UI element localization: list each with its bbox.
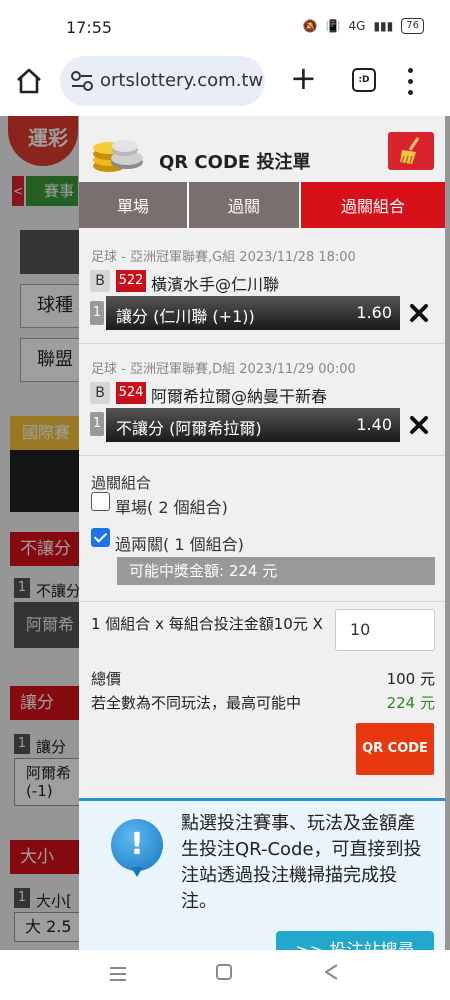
tab-single[interactable]: 單場 [79, 182, 189, 228]
bet-type-tag: B [90, 270, 110, 292]
pick-label: 讓分 (仁川聯 (+1)) [116, 307, 255, 326]
info-text: 點選投注賽事、玩法及金額產生投注QR-Code，可直接到投注站透過投注機掃描完成… [181, 813, 422, 912]
url-text[interactable]: ortslottery.com.tw [100, 70, 263, 91]
possible-win-amount: 可能中獎金額: 224 元 [117, 557, 435, 585]
match-number: 522 [116, 270, 146, 292]
info-box: ! 點選投注賽事、玩法及金額產生投注QR-Code，可直接到投注站透過投注機掃描… [79, 798, 445, 950]
match-info: 足球 - 亞洲冠軍聯賽,G組 2023/11/28 18:00 [91, 250, 356, 265]
bet-type-tag: B [90, 382, 110, 404]
mute-icon: 🔕 [302, 19, 318, 33]
bet-item: 足球 - 亞洲冠軍聯賽,D組 2023/11/29 00:00 B 524 阿爾… [79, 344, 445, 456]
combo-single-label[interactable]: 單場( 2 個組合) [115, 494, 228, 518]
more-menu-icon[interactable] [405, 66, 415, 96]
system-nav-bar [0, 950, 450, 1000]
browser-toolbar: ortslottery.com.tw + :D [0, 52, 450, 116]
combo-two-leg-checkbox[interactable] [91, 528, 110, 547]
signal-label: 4G [348, 19, 366, 33]
max-win-value: 224 元 [386, 694, 435, 712]
exclamation-icon: ! [111, 819, 163, 877]
pick-odds: 1.60 [356, 303, 392, 322]
match-info: 足球 - 亞洲冠軍聯賽,D組 2023/11/29 00:00 [91, 362, 356, 377]
tab-switcher-button[interactable]: :D [352, 68, 376, 92]
combo-section: 過關組合 單場( 2 個組合) 過兩關( 1 個組合) 可能中獎金額: 224 … [79, 456, 445, 602]
battery-icon: 76 [401, 18, 424, 34]
combo-title: 過關組合 [91, 474, 152, 492]
total-label: 總價 [91, 670, 122, 688]
max-win-label: 若全數為不同玩法，最高可能中 [91, 694, 302, 712]
betting-station-search-button[interactable]: >> 投注站搜尋 [276, 931, 434, 950]
combo-two-leg-label[interactable]: 過兩關( 1 個組合) [115, 531, 244, 555]
stake-description: 1 個組合 x 每組合投注金額10元 X [91, 615, 323, 633]
clear-betslip-button[interactable] [388, 132, 434, 170]
generate-qr-button[interactable]: QR CODE [356, 723, 434, 775]
match-number: 524 [116, 382, 146, 404]
coins-icon [93, 140, 143, 172]
status-time: 17:55 [66, 18, 113, 37]
qr-betslip-modal: QR CODE 投注單 單場 過關 過關組合 足球 - 亞洲冠軍聯賽,G組 20… [79, 116, 445, 950]
tab-parlay-combo[interactable]: 過關組合 [301, 182, 445, 228]
broom-icon [400, 137, 420, 164]
home-nav-icon[interactable] [216, 964, 232, 980]
total-row: 總價 100 元 [91, 668, 435, 689]
status-bar: 17:55 🔕 📳 4G ▮▮▮ 76 [0, 0, 450, 52]
bet-type-tabs: 單場 過關 過關組合 [79, 182, 445, 228]
remove-bet-icon[interactable] [409, 415, 429, 435]
bet-seq-tag: 1 [90, 412, 104, 436]
bet-seq-tag: 1 [90, 301, 104, 325]
modal-header: QR CODE 投注單 [79, 116, 445, 182]
stake-amount-input[interactable]: 10 [335, 609, 435, 651]
total-value: 100 元 [386, 670, 435, 688]
max-win-row: 若全數為不同玩法，最高可能中 224 元 [91, 692, 435, 713]
modal-title: QR CODE 投注單 [159, 152, 311, 173]
pick-label: 不讓分 (阿爾希拉爾) [116, 419, 262, 438]
recent-apps-icon[interactable] [110, 967, 126, 985]
address-bar[interactable]: ortslottery.com.tw [60, 56, 265, 106]
tab-parlay[interactable]: 過關 [189, 182, 301, 228]
signal-icon: ▮▮▮ [373, 19, 394, 33]
match-teams: 橫濱水手@仁川聯 [151, 275, 280, 294]
bet-pick: 不讓分 (阿爾希拉爾) 1.40 [106, 408, 400, 442]
site-settings-icon[interactable] [70, 70, 94, 92]
pick-odds: 1.40 [356, 415, 392, 434]
combo-single-checkbox[interactable] [91, 492, 110, 511]
bet-pick: 讓分 (仁川聯 (+1)) 1.60 [106, 296, 400, 330]
bet-item: 足球 - 亞洲冠軍聯賽,G組 2023/11/28 18:00 B 522 橫濱… [79, 230, 445, 344]
vibrate-icon: 📳 [325, 19, 341, 33]
match-teams: 阿爾希拉爾@納曼干新春 [151, 387, 328, 406]
new-tab-icon[interactable]: + [290, 62, 317, 94]
back-icon[interactable] [322, 962, 342, 982]
home-icon[interactable] [14, 66, 44, 96]
remove-bet-icon[interactable] [409, 303, 429, 323]
